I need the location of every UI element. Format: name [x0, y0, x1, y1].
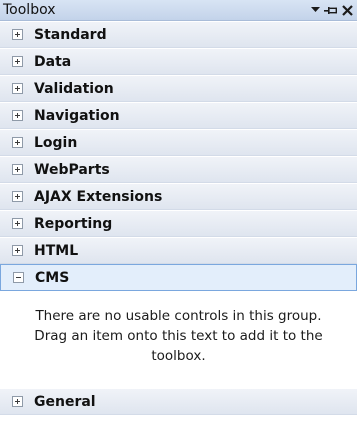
group-label: General: [34, 393, 96, 410]
group-standard[interactable]: Standard: [0, 21, 357, 48]
close-icon[interactable]: [339, 1, 355, 19]
empty-group-message: There are no usable controls in this gro…: [34, 308, 323, 364]
toolbox-panel: Toolbox Standard Data Validation Navigat…: [0, 0, 357, 439]
chevron-down-icon[interactable]: [307, 1, 323, 19]
pin-icon[interactable]: [323, 1, 339, 19]
group-webparts[interactable]: WebParts: [0, 156, 357, 183]
group-login[interactable]: Login: [0, 129, 357, 156]
group-label: Reporting: [34, 215, 113, 232]
group-html[interactable]: HTML: [0, 237, 357, 264]
group-label: Data: [34, 53, 72, 70]
group-navigation[interactable]: Navigation: [0, 102, 357, 129]
expand-plus-icon[interactable]: [12, 245, 23, 256]
expand-plus-icon[interactable]: [12, 56, 23, 67]
cms-empty-drop-area[interactable]: There are no usable controls in this gro…: [0, 291, 357, 371]
group-label: AJAX Extensions: [34, 188, 163, 205]
group-label: Validation: [34, 80, 114, 97]
group-reporting[interactable]: Reporting: [0, 210, 357, 237]
group-data[interactable]: Data: [0, 48, 357, 75]
collapse-minus-icon[interactable]: [13, 272, 24, 283]
expand-plus-icon[interactable]: [12, 83, 23, 94]
group-label: Login: [34, 134, 78, 151]
group-label: Navigation: [34, 107, 120, 124]
group-label: CMS: [35, 269, 70, 286]
group-general[interactable]: General: [0, 388, 357, 415]
group-validation[interactable]: Validation: [0, 75, 357, 102]
expand-plus-icon[interactable]: [12, 137, 23, 148]
window-title: Toolbox: [3, 1, 56, 18]
group-label: Standard: [34, 26, 107, 43]
group-label: HTML: [34, 242, 79, 259]
toolbox-titlebar: Toolbox: [0, 0, 357, 21]
group-cms[interactable]: CMS: [0, 264, 357, 291]
expand-plus-icon[interactable]: [12, 29, 23, 40]
group-ajax-extensions[interactable]: AJAX Extensions: [0, 183, 357, 210]
expand-plus-icon[interactable]: [12, 396, 23, 407]
expand-plus-icon[interactable]: [12, 164, 23, 175]
expand-plus-icon[interactable]: [12, 218, 23, 229]
expand-plus-icon[interactable]: [12, 110, 23, 121]
group-label: WebParts: [34, 161, 110, 178]
expand-plus-icon[interactable]: [12, 191, 23, 202]
